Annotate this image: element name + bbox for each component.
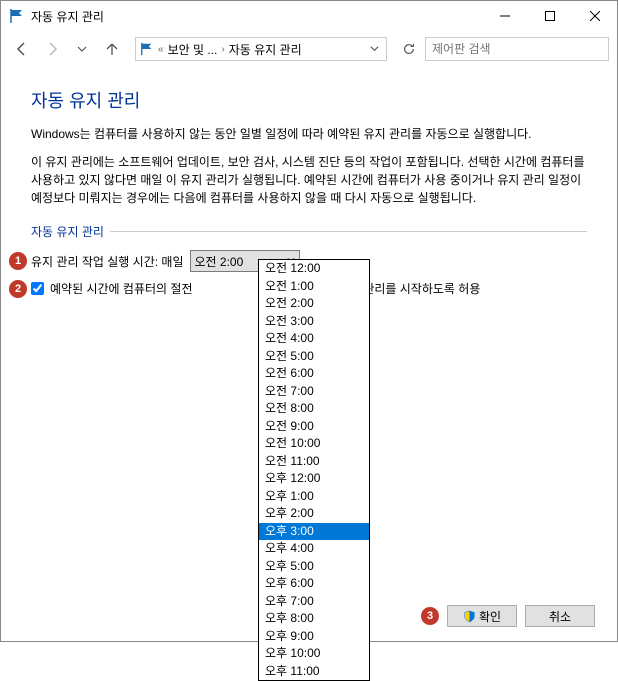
- dropdown-item[interactable]: 오후 3:00: [259, 523, 369, 541]
- dropdown-item[interactable]: 오후 2:00: [259, 505, 369, 523]
- window-title: 자동 유지 관리: [31, 8, 482, 25]
- dropdown-item[interactable]: 오전 4:00: [259, 330, 369, 348]
- section-heading: 자동 유지 관리: [31, 223, 587, 240]
- dropdown-item[interactable]: 오후 8:00: [259, 610, 369, 628]
- search-input[interactable]: [425, 37, 609, 61]
- dropdown-item[interactable]: 오후 5:00: [259, 558, 369, 576]
- dropdown-item[interactable]: 오전 2:00: [259, 295, 369, 313]
- dropdown-item[interactable]: 오전 12:00: [259, 260, 369, 278]
- dropdown-item[interactable]: 오후 7:00: [259, 593, 369, 611]
- dropdown-item[interactable]: 오후 1:00: [259, 488, 369, 506]
- annotation-1: 1: [9, 252, 27, 270]
- page-title: 자동 유지 관리: [31, 87, 587, 113]
- dropdown-item[interactable]: 오후 4:00: [259, 540, 369, 558]
- footer: 3 확인 취소: [421, 605, 595, 627]
- minimize-button[interactable]: [482, 1, 527, 31]
- intro-paragraph-1: Windows는 컴퓨터를 사용하지 않는 동안 일별 일정에 따라 예약된 유…: [31, 125, 587, 143]
- shield-icon: [463, 610, 476, 623]
- dropdown-item[interactable]: 오후 11:00: [259, 663, 369, 681]
- dropdown-item[interactable]: 오전 5:00: [259, 348, 369, 366]
- dropdown-item[interactable]: 오전 9:00: [259, 418, 369, 436]
- titlebar: 자동 유지 관리: [1, 1, 617, 31]
- time-combo-value: 오전 2:00: [195, 253, 244, 270]
- history-dropdown-button[interactable]: [69, 36, 95, 62]
- time-selection-label: 유지 관리 작업 실행 시간: 매일: [31, 253, 184, 270]
- close-button[interactable]: [572, 1, 617, 31]
- forward-button[interactable]: [39, 36, 65, 62]
- dropdown-item[interactable]: 오전 11:00: [259, 453, 369, 471]
- breadcrumb-item[interactable]: 자동 유지 관리: [229, 41, 302, 58]
- wake-checkbox-label-before: 예약된 시간에 컴퓨터의 절전: [50, 280, 192, 297]
- breadcrumb-item[interactable]: 보안 및 ...: [168, 41, 218, 58]
- dropdown-item[interactable]: 오전 8:00: [259, 400, 369, 418]
- ok-button[interactable]: 확인: [447, 605, 517, 627]
- ok-button-label: 확인: [479, 608, 501, 625]
- section-heading-text: 자동 유지 관리: [31, 223, 104, 240]
- dropdown-item[interactable]: 오전 1:00: [259, 278, 369, 296]
- window-controls: [482, 1, 617, 31]
- maximize-button[interactable]: [527, 1, 572, 31]
- dropdown-item[interactable]: 오전 10:00: [259, 435, 369, 453]
- annotation-2: 2: [9, 280, 27, 298]
- dropdown-item[interactable]: 오전 6:00: [259, 365, 369, 383]
- intro-paragraph-2: 이 유지 관리에는 소프트웨어 업데이트, 보안 검사, 시스템 진단 등의 작…: [31, 153, 587, 207]
- breadcrumb-separator: «: [158, 44, 164, 55]
- back-button[interactable]: [9, 36, 35, 62]
- flag-icon: [140, 42, 154, 56]
- refresh-button[interactable]: [397, 37, 421, 61]
- chevron-right-icon: ›: [221, 44, 224, 55]
- annotation-3: 3: [421, 607, 439, 625]
- wake-checkbox[interactable]: [31, 282, 44, 295]
- dropdown-item[interactable]: 오후 10:00: [259, 645, 369, 663]
- dropdown-item[interactable]: 오전 7:00: [259, 383, 369, 401]
- time-dropdown-list[interactable]: 오전 12:00오전 1:00오전 2:00오전 3:00오전 4:00오전 5…: [258, 259, 370, 681]
- breadcrumb-dropdown[interactable]: [366, 42, 382, 56]
- up-button[interactable]: [99, 36, 125, 62]
- flag-icon: [9, 8, 25, 24]
- cancel-button-label: 취소: [549, 608, 571, 625]
- breadcrumb[interactable]: « 보안 및 ... › 자동 유지 관리: [135, 37, 387, 61]
- dropdown-item[interactable]: 오후 6:00: [259, 575, 369, 593]
- dropdown-item[interactable]: 오후 12:00: [259, 470, 369, 488]
- dropdown-item[interactable]: 오전 3:00: [259, 313, 369, 331]
- cancel-button[interactable]: 취소: [525, 605, 595, 627]
- navbar: « 보안 및 ... › 자동 유지 관리: [1, 31, 617, 67]
- dropdown-item[interactable]: 오후 9:00: [259, 628, 369, 646]
